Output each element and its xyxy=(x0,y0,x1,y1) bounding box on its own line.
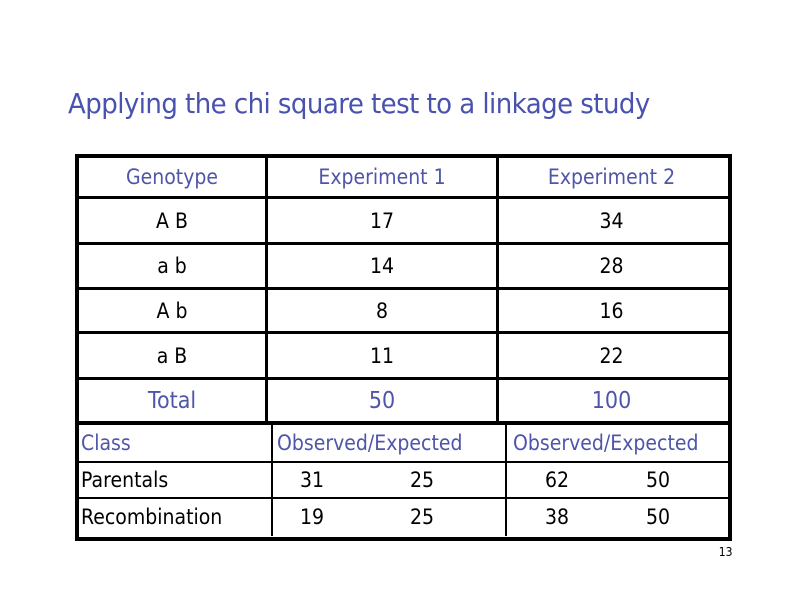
exp1-expected-cell: 25 xyxy=(409,468,435,492)
column-divider xyxy=(496,154,499,422)
slide-title: Applying the chi square test to a linkag… xyxy=(68,87,650,120)
genotype-cell: A b xyxy=(156,298,188,323)
genotype-cell: A B xyxy=(156,208,188,233)
column-divider xyxy=(271,424,273,536)
genotype-cell: a b xyxy=(157,254,187,278)
experiment-1-cell: 17 xyxy=(369,208,395,233)
experiment-1-cell: 8 xyxy=(375,298,389,323)
genotype-cell: a B xyxy=(156,343,188,368)
experiment-2-cell: 16 xyxy=(599,298,624,323)
experiment-2-cell: 22 xyxy=(599,343,624,368)
column-header-observed-expected-2: Observed/Expected xyxy=(513,431,699,455)
exp2-observed-cell: 38 xyxy=(544,504,570,529)
exp1-expected-cell: 25 xyxy=(409,504,435,529)
exp2-observed-cell: 62 xyxy=(544,468,570,492)
column-divider xyxy=(265,154,268,422)
column-header-genotype: Genotype xyxy=(125,164,219,189)
column-header-observed-expected-1: Observed/Expected xyxy=(277,431,463,455)
column-header-experiment-1: Experiment 1 xyxy=(318,164,446,189)
exp1-observed-cell: 31 xyxy=(299,468,325,492)
column-header-experiment-2: Experiment 2 xyxy=(547,164,676,189)
experiment-2-cell: 34 xyxy=(599,208,624,233)
total-experiment-2: 100 xyxy=(591,387,632,414)
class-cell: Recombination xyxy=(81,504,223,529)
total-label: Total xyxy=(147,387,197,414)
column-divider xyxy=(505,424,507,536)
exp2-expected-cell: 50 xyxy=(645,468,671,492)
page-number: 13 xyxy=(718,545,733,559)
exp1-observed-cell: 19 xyxy=(299,504,325,529)
exp2-expected-cell: 50 xyxy=(645,504,671,529)
class-cell: Parentals xyxy=(81,468,169,492)
experiment-1-cell: 14 xyxy=(369,254,395,278)
experiment-1-cell: 11 xyxy=(369,343,395,368)
column-header-class: Class xyxy=(81,431,131,455)
total-experiment-1: 50 xyxy=(368,387,396,414)
experiment-2-cell: 28 xyxy=(599,254,624,278)
